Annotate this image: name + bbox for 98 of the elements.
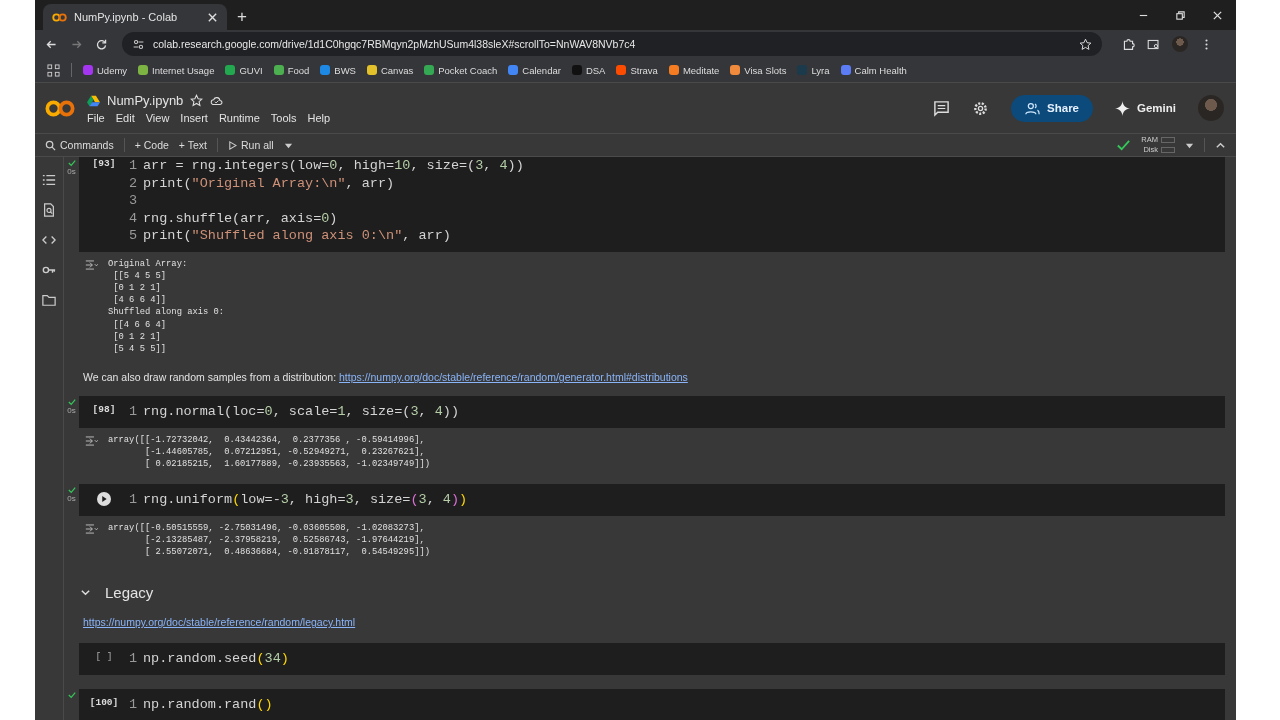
comment-icon[interactable]: [933, 99, 951, 117]
bookmark[interactable]: Calendar: [508, 64, 561, 76]
tab-search-icon[interactable]: [1147, 37, 1160, 51]
code-line: np.random.rand(): [143, 695, 273, 714]
code-cell[interactable]: [98] 1 rng.normal(loc=0, scale=1, size=(3, 4)): [79, 396, 1225, 428]
code-cell[interactable]: [93] 1 arr = rng.integers(low=0, high=10, size=(3, 4)) 2 print("Original Array:\n", arr) 3 4 rng.shuffle(arr, axis=0) 5 print("Shuffled along axis 0:\n", arr): [79, 157, 1225, 252]
execution-count: [98]: [92, 404, 116, 418]
run-all-button[interactable]: Run all: [227, 139, 274, 151]
execution-time: 0s: [67, 406, 76, 416]
search-icon: [45, 139, 56, 151]
bookmark[interactable]: Visa Slots: [730, 64, 787, 76]
colab-logo-icon: [52, 12, 67, 22]
menu-item[interactable]: View: [145, 111, 170, 124]
menu-item[interactable]: Insert: [180, 111, 208, 124]
share-button[interactable]: Share: [1011, 94, 1093, 122]
settings-icon[interactable]: [972, 99, 990, 117]
output-toggle-icon[interactable]: [85, 435, 98, 446]
menu-item[interactable]: Help: [307, 111, 331, 124]
bookmark[interactable]: Internet Usage: [138, 64, 215, 76]
list-icon[interactable]: [42, 173, 56, 187]
line-number: 5: [129, 227, 137, 245]
link[interactable]: https://numpy.org/doc/stable/reference/random/generator.html#distributions: [339, 371, 688, 384]
cell-output: array([[-0.50515559, -2.75031496, -0.03605508, -1.02083273], [-2.13285487, -2.37958219, 0.52586743, -1.97644219], [ 2.55072071, 0.48636684, -0.91878117, 0.54549295]]): [108, 521, 431, 559]
output-toggle-icon[interactable]: [85, 523, 98, 534]
add-text-button[interactable]: + Text: [178, 139, 207, 151]
star-icon[interactable]: [190, 93, 204, 107]
run-cell-button[interactable]: [97, 492, 111, 507]
notebook-title[interactable]: NumPy.ipynb: [107, 92, 184, 108]
reload-icon[interactable]: [95, 37, 108, 51]
code-cell[interactable]: [ ] 1 np.random.seed(34): [79, 643, 1225, 675]
section-heading: Legacy: [105, 584, 154, 602]
bookmark[interactable]: Udemy: [83, 64, 128, 76]
code-line: rng.shuffle(arr, axis=0): [143, 209, 338, 227]
folder-icon[interactable]: [42, 293, 56, 307]
new-tab-button[interactable]: +: [233, 7, 251, 27]
close-icon[interactable]: [207, 11, 218, 23]
line-number: 1: [129, 491, 137, 509]
address-bar[interactable]: colab.research.google.com/drive/1d1C0hgqc7RBMqyn2pMzhUSum4l38sleX#scrollTo=NnWAV8NVb7c4: [122, 32, 1102, 56]
code-cell[interactable]: 1 rng.uniform(low=-3, high=3, size=(3, 4)): [79, 484, 1225, 516]
execution-time: 0s: [67, 167, 76, 176]
line-number: 1: [129, 650, 137, 668]
code-line: arr = rng.integers(low=0, high=10, size=(3, 4)): [143, 157, 524, 175]
site-settings-icon[interactable]: [132, 37, 145, 51]
bookmark[interactable]: Strava: [616, 64, 658, 76]
colab-logo-icon: [45, 98, 75, 118]
menu-item[interactable]: Tools: [270, 111, 297, 124]
line-number: 2: [129, 174, 137, 192]
code-line: rng.normal(loc=0, scale=1, size=(3, 4)): [143, 403, 459, 421]
people-icon: [1025, 100, 1041, 116]
play-icon: [227, 140, 237, 150]
gemini-button[interactable]: Gemini: [1109, 99, 1182, 117]
sparkle-icon: [1115, 100, 1130, 116]
add-code-button[interactable]: + Code: [134, 139, 169, 151]
menu-item[interactable]: File: [87, 111, 105, 124]
execution-count: [100]: [89, 696, 119, 710]
puzzle-icon[interactable]: [1122, 37, 1135, 51]
ram-meter: [1161, 137, 1175, 143]
line-number: 1: [129, 403, 137, 421]
bookmark[interactable]: Pocket Coach: [424, 64, 498, 76]
url-text: colab.research.google.com/drive/1d1C0hgqc7RBMqyn2pMzhUSum4l38sleX#scrollTo=NnWAV8NVb7c4: [153, 38, 636, 50]
execution-count: [93]: [92, 158, 116, 171]
cell-output: array([[-1.72732042, 0.43442364, 0.2377356 , -0.59414996], [-1.44605785, 0.07212951, -0.52949271, 0.23267621], [ 0.02185215, 1.60177889, -0.23935563, -1.02349749]]): [108, 433, 431, 471]
bookmark[interactable]: Canvas: [366, 64, 414, 76]
execution-time: 0s: [67, 494, 76, 504]
apps-grid-icon[interactable]: [47, 63, 60, 77]
code-cell[interactable]: [100] 1 np.random.rand(): [79, 688, 1225, 720]
drive-icon: [87, 93, 100, 107]
line-number: 1: [129, 157, 137, 175]
tab-title: NumPy.ipynb - Colab: [74, 11, 179, 23]
bookmark[interactable]: DSA: [571, 64, 606, 76]
disk-meter: [1161, 147, 1175, 153]
commands-button[interactable]: Commands: [45, 139, 114, 151]
restore-icon[interactable]: [1175, 10, 1186, 21]
line-number: 3: [129, 192, 137, 210]
output-toggle-icon[interactable]: [85, 259, 98, 270]
cell-output: Original Array: [[5 4 5 5] [0 1 2 1] [4 6 6 4]] Shuffled along axis 0: [[4 6 6 4] [0 1 2 1] [5 4 5 5]]: [108, 257, 225, 356]
line-number: 1: [129, 695, 137, 714]
bookmark[interactable]: GUVI: [225, 64, 263, 76]
bookmark[interactable]: Lyra: [797, 64, 830, 76]
line-number: 4: [129, 209, 137, 227]
document-search-icon[interactable]: [42, 203, 56, 217]
paragraph: We can also draw random samples from a distribution: https://numpy.org/doc/stable/reference/random/generator.html#distributions: [83, 371, 689, 384]
browser-tab[interactable]: NumPy.ipynb - Colab: [43, 4, 227, 30]
menu-item[interactable]: Edit: [115, 111, 135, 124]
code-line: print("Original Array:\n", arr): [143, 174, 395, 192]
code-line: print("Shuffled along axis 0:\n", arr): [143, 227, 451, 245]
code-line: np.random.seed(34): [143, 650, 289, 668]
link[interactable]: https://numpy.org/doc/stable/reference/random/legacy.html: [83, 616, 356, 629]
bookmark[interactable]: Food: [273, 64, 310, 76]
bookmark[interactable]: BWS: [320, 64, 356, 76]
star-icon[interactable]: [1079, 37, 1092, 51]
execution-count: [ ]: [95, 651, 113, 665]
bookmark[interactable]: Meditate: [668, 64, 720, 76]
bookmark[interactable]: Calm Health: [840, 64, 907, 76]
close-icon[interactable]: [1212, 10, 1223, 21]
code-icon[interactable]: [42, 233, 56, 247]
code-line: rng.uniform(low=-3, high=3, size=(3, 4)): [143, 491, 468, 509]
menu-item[interactable]: Runtime: [218, 111, 260, 124]
